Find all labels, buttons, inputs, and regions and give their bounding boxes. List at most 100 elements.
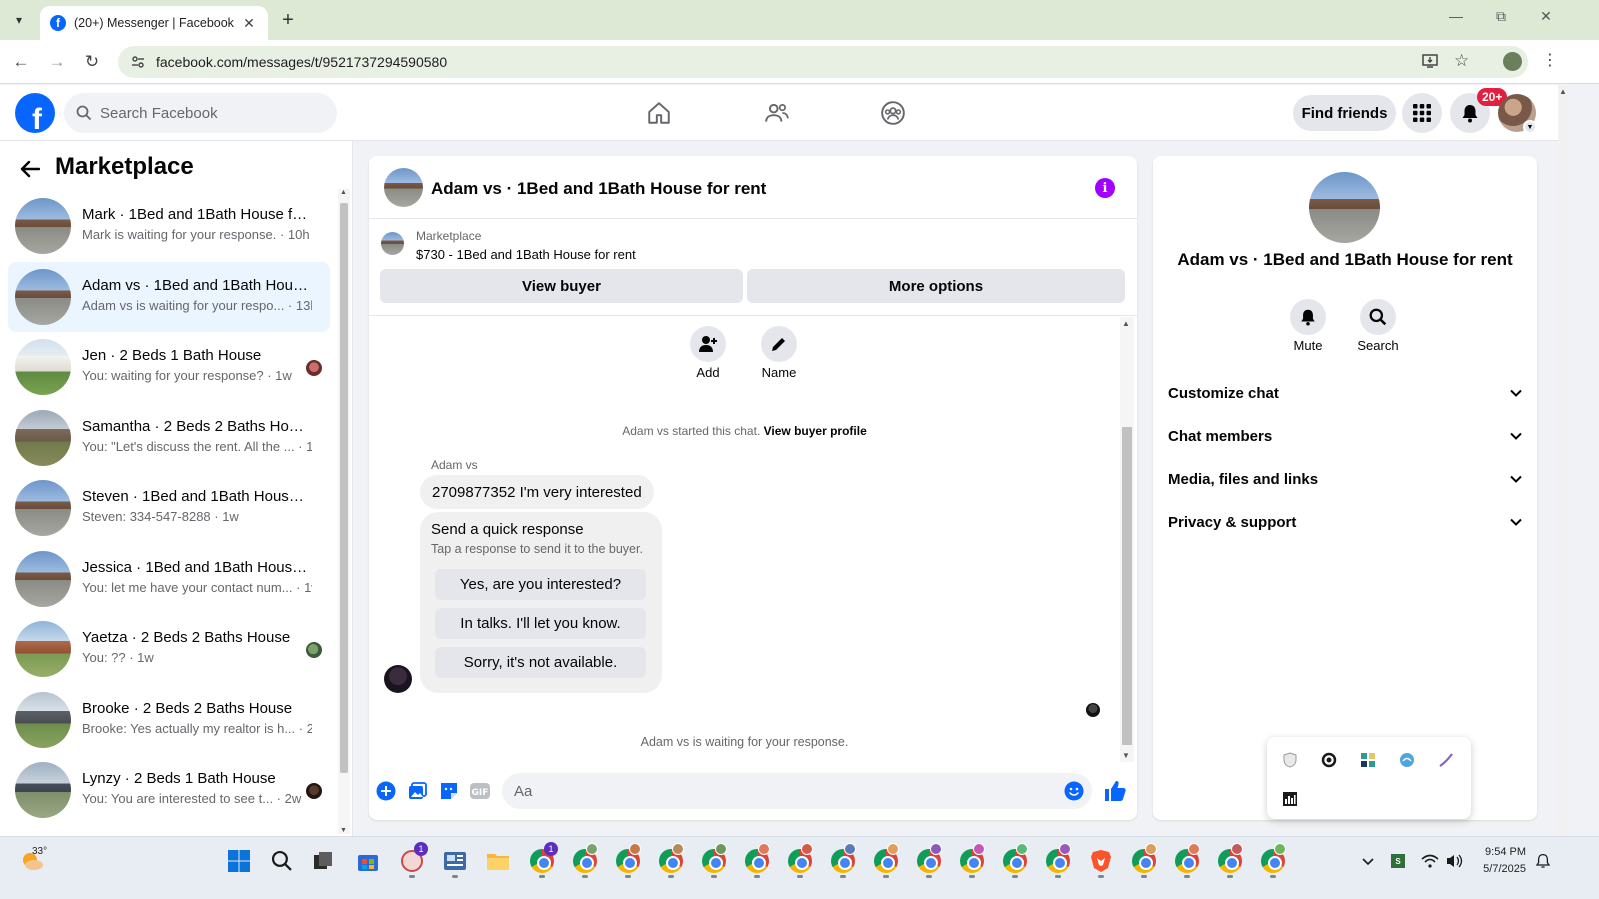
account-chevron-down-icon[interactable]: ▼ [1523,120,1537,134]
chrome-icon[interactable] [873,843,899,874]
scrollbar-thumb[interactable] [1122,427,1132,745]
more-options-button[interactable]: More options [747,269,1125,303]
conversation-info-icon[interactable]: i [1095,178,1115,198]
chat-scrollbar[interactable]: ▲ ▼ [1120,317,1134,762]
thumbs-up-icon[interactable] [1102,778,1128,804]
privacy-support-row[interactable]: Privacy & support [1168,507,1523,537]
conversation-item[interactable]: Jessica · 1Bed and 1Bath House f... You:… [8,544,330,615]
conversation-list-scrollbar[interactable]: ▲ ▼ [338,189,350,834]
chrome-icon[interactable] [1260,843,1286,874]
back-icon[interactable]: ← [10,51,32,73]
taskbar-search-icon[interactable] [269,848,295,874]
mute-bell-icon[interactable] [1290,299,1326,335]
chrome-icon[interactable] [658,843,684,874]
cloud-sync-icon[interactable] [1398,751,1416,769]
volume-icon[interactable] [1443,848,1465,874]
file-explorer-folder-icon[interactable] [485,848,511,874]
quick-response-option[interactable]: Sorry, it's not available. [435,647,646,678]
brave-browser-icon[interactable] [1088,848,1114,874]
customize-chat-row[interactable]: Customize chat [1168,378,1523,408]
chrome-icon[interactable]: 1 [529,842,558,874]
scrollbar-thumb[interactable] [340,203,348,773]
photo-icon[interactable] [407,780,429,802]
conversation-item-active[interactable]: Adam vs · 1Bed and 1Bath Hous... Adam vs… [8,261,330,332]
chrome-icon[interactable] [1217,843,1243,874]
omnibox[interactable]: facebook.com/messages/t/9521737294590580 [118,46,1528,78]
chrome-icon[interactable] [959,843,985,874]
app-icon-badged[interactable]: 1 [399,842,428,874]
tray-chevron-up-icon[interactable] [1356,848,1380,874]
conversation-item[interactable]: Yaetza · 2 Beds 2 Baths House You: ?? · … [8,614,330,685]
media-files-links-row[interactable]: Media, files and links [1168,464,1523,494]
chrome-icon[interactable] [1002,843,1028,874]
listing-title[interactable]: $730 - 1Bed and 1Bath House for rent [416,247,636,262]
details-avatar[interactable] [1309,172,1380,243]
chrome-icon[interactable] [1045,843,1071,874]
new-tab-plus-icon[interactable]: + [276,8,300,32]
home-icon[interactable] [643,97,675,129]
browser-menu-icon[interactable]: ⋮ [1542,50,1558,70]
chrome-icon[interactable] [830,843,856,874]
browser-tab[interactable]: f (20+) Messenger | Facebook ✕ [40,6,268,40]
bookmark-star-icon[interactable]: ☆ [1454,51,1469,71]
back-arrow-icon[interactable] [20,158,41,184]
reload-icon[interactable]: ↻ [81,51,103,73]
facebook-search-input[interactable] [100,104,320,122]
profile-icon[interactable] [1503,52,1522,71]
chrome-icon[interactable] [572,843,598,874]
pen-feather-icon[interactable] [1437,751,1455,769]
chrome-icon[interactable] [615,843,641,874]
chrome-icon[interactable] [916,843,942,874]
bar-chart-icon[interactable] [1281,790,1299,808]
windows-start-icon[interactable] [226,848,252,874]
conversation-item[interactable]: Mark · 1Bed and 1Bath House fo... Mark i… [8,191,330,262]
friends-icon[interactable] [761,97,793,129]
page-scrollbar[interactable]: ▲ [1558,85,1568,836]
chrome-icon[interactable] [744,843,770,874]
facebook-search-box[interactable] [64,93,337,133]
chrome-icon[interactable] [1174,843,1200,874]
tray-app-icon[interactable]: S [1388,848,1408,874]
conversation-item[interactable]: Brooke · 2 Beds 2 Baths House Brooke: Ye… [8,685,330,756]
clock-time[interactable]: 9:54 PM [1466,846,1526,858]
quick-response-option[interactable]: In talks. I'll let you know. [435,608,646,639]
task-view-icon[interactable] [310,848,336,874]
microsoft-store-icon[interactable] [355,848,381,874]
add-person-icon[interactable] [690,326,726,362]
message-input-box[interactable] [502,773,1092,809]
plus-circle-icon[interactable] [375,780,397,802]
minimize-icon[interactable]: — [1436,8,1476,24]
groups-icon[interactable] [877,97,909,129]
view-buyer-profile-link[interactable]: View buyer profile [764,424,867,438]
shield-icon[interactable] [1281,751,1299,769]
chat-avatar[interactable] [384,168,423,207]
close-window-icon[interactable]: ✕ [1526,8,1566,25]
install-app-icon[interactable] [1421,52,1441,72]
clock-date[interactable]: 5/7/2025 [1466,863,1526,875]
news-app-icon[interactable] [442,848,468,874]
sticker-icon[interactable] [438,780,460,802]
incoming-message-bubble[interactable]: 2709877352 I'm very interested [420,475,654,509]
notification-bell-icon[interactable] [1532,848,1554,874]
copilot-icon[interactable] [1320,751,1338,769]
sender-avatar[interactable] [384,665,412,693]
edit-name-pencil-icon[interactable] [761,326,797,362]
conversation-item[interactable]: Jen · 2 Beds 1 Bath House You: waiting f… [8,332,330,403]
restore-icon[interactable]: ⧉ [1481,8,1521,25]
app-grid-icon[interactable] [1359,751,1377,769]
tab-close-icon[interactable]: ✕ [240,15,258,32]
gif-icon[interactable]: GIF [469,780,491,802]
view-buyer-button[interactable]: View buyer [380,269,743,303]
wifi-icon[interactable] [1419,848,1441,874]
emoji-icon[interactable] [1064,781,1084,801]
message-input[interactable] [514,782,1044,800]
chat-members-row[interactable]: Chat members [1168,421,1523,451]
chrome-icon[interactable] [701,843,727,874]
tab-search-chevron-icon[interactable]: ▾ [6,7,32,33]
chat-title[interactable]: Adam vs · 1Bed and 1Bath House for rent [431,179,766,199]
chrome-icon[interactable] [1131,843,1157,874]
conversation-item[interactable]: Lynzy · 2 Beds 1 Bath House You: You are… [8,755,330,826]
forward-icon[interactable]: → [46,51,68,73]
find-friends-button[interactable]: Find friends [1293,95,1396,131]
chrome-icon[interactable] [787,843,813,874]
